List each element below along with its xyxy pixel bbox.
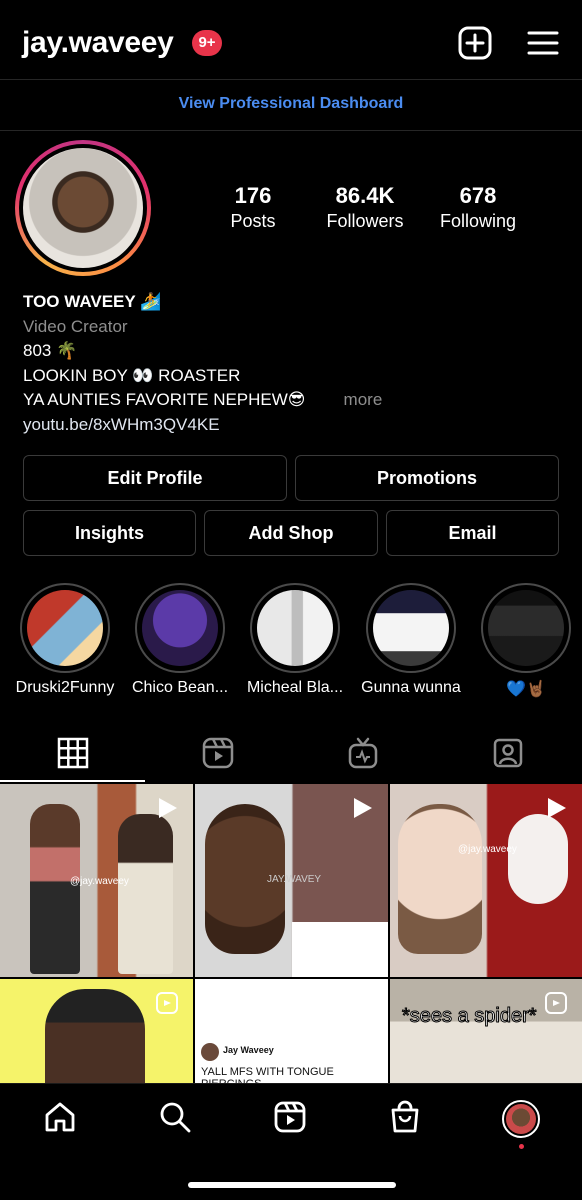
following-count[interactable]: 678 Following [418, 183, 538, 232]
stat-label: Posts [230, 211, 276, 231]
avatar-photo [506, 1104, 536, 1134]
story-highlight[interactable]: Micheal Bla... [247, 583, 343, 696]
post-text: YALL MFS WITH TONGUE PIERCINGS [201, 1066, 334, 1084]
posts-count[interactable]: 176 Posts [193, 183, 313, 232]
igtv-icon [348, 737, 378, 769]
profile-tabs [0, 728, 582, 782]
story-highlight[interactable]: Druski2Funny [16, 583, 114, 696]
stat-value: 86.4K [335, 183, 395, 208]
reel-icon [545, 992, 567, 1014]
grid-post[interactable]: *sees a spider* [390, 979, 582, 1084]
grid-post[interactable]: Jay Waveey YALL MFS WITH TONGUE PIERCING… [195, 979, 388, 1084]
search-icon[interactable] [158, 1100, 192, 1134]
new-post-icon[interactable] [458, 26, 492, 60]
reel-play-icon [548, 798, 566, 818]
notification-dot [519, 1144, 524, 1149]
bio-line: 803 🌴 [23, 341, 78, 360]
story-highlight[interactable]: Gunna wunna [361, 583, 461, 696]
story-highlight[interactable]: Chico Bean... [132, 583, 228, 696]
post-figure [45, 989, 145, 1084]
highlight-cover [257, 590, 333, 666]
tab-tagged[interactable] [435, 728, 580, 782]
profile-username[interactable]: jay.waveey [22, 26, 174, 60]
highlight-cover [373, 590, 449, 666]
story-highlight[interactable]: 💙🤘🏾 [481, 583, 571, 698]
bio-line-row: YA AUNTIES FAVORITE NEPHEW😎 more [23, 388, 563, 413]
reels-icon [202, 737, 234, 769]
add-shop-button[interactable]: Add Shop [204, 510, 378, 556]
more-link[interactable]: more [344, 390, 383, 409]
post-caption: *sees a spider* [402, 1005, 538, 1028]
reel-icon [156, 992, 178, 1014]
grid-post[interactable] [0, 979, 193, 1084]
edit-profile-button[interactable]: Edit Profile [23, 455, 287, 501]
post-figure [508, 814, 568, 904]
active-tab-indicator [0, 780, 145, 782]
grid-post[interactable]: @jay.waveey [0, 784, 193, 977]
tagged-icon [493, 738, 523, 768]
profile-avatar[interactable] [15, 140, 151, 276]
stat-label: Following [439, 211, 517, 231]
tab-grid[interactable] [0, 728, 145, 782]
notification-badge[interactable]: 9+ [192, 30, 222, 56]
watermark: @jay.waveey [458, 844, 517, 855]
profile-avatar[interactable] [502, 1100, 540, 1138]
insights-button[interactable]: Insights [23, 510, 196, 556]
menu-icon[interactable] [526, 26, 560, 60]
watermark: @jay.waveey [70, 876, 129, 887]
bio-link[interactable]: youtu.be/8xWHm3QV4KE [23, 413, 563, 438]
highlight-cover [27, 590, 103, 666]
bio-line: YA AUNTIES FAVORITE NEPHEW😎 [23, 390, 306, 409]
home-indicator [188, 1182, 396, 1188]
repost-credit: jay.waveey [335, 964, 384, 975]
post-author-avatar [201, 1043, 219, 1061]
stat-value: 678 [459, 183, 497, 208]
home-icon[interactable] [43, 1100, 77, 1134]
top-bar: jay.waveey 9+ [0, 0, 582, 80]
post-figure [118, 814, 173, 974]
tab-reels[interactable] [145, 728, 290, 782]
avatar-photo [23, 148, 143, 268]
highlight-cover [488, 590, 564, 666]
shop-icon[interactable] [388, 1100, 422, 1134]
divider [0, 130, 582, 131]
grid-post[interactable]: JAY.WAVEY jay.waveey [195, 784, 388, 977]
grid-post[interactable]: @jay.waveey [390, 784, 582, 977]
bio-line: LOOKIN BOY 👀 ROASTER [23, 365, 241, 385]
stat-label: Followers [326, 211, 404, 231]
professional-dashboard-link[interactable]: View Professional Dashboard [0, 80, 582, 130]
email-button[interactable]: Email [386, 510, 559, 556]
watermark: JAY.WAVEY [267, 874, 322, 885]
post-author: Jay Waveey [223, 1045, 274, 1055]
highlight-label: 💙🤘🏾 [506, 681, 546, 698]
promotions-button[interactable]: Promotions [295, 455, 559, 501]
category-label: Video Creator [23, 316, 128, 336]
tab-igtv[interactable] [290, 728, 435, 782]
reel-play-icon [354, 798, 372, 818]
highlight-cover [142, 590, 218, 666]
grid-icon [57, 737, 89, 769]
post-figure [398, 804, 482, 954]
reel-play-icon [159, 798, 177, 818]
followers-count[interactable]: 86.4K Followers [305, 183, 425, 232]
display-name: TOO WAVEEY 🏄 [23, 292, 162, 311]
post-figure [30, 804, 80, 974]
reels-icon[interactable] [273, 1100, 307, 1134]
stat-value: 176 [234, 183, 272, 208]
profile-bio: TOO WAVEEY 🏄 Video Creator 803 🌴 LOOKIN … [23, 290, 563, 437]
